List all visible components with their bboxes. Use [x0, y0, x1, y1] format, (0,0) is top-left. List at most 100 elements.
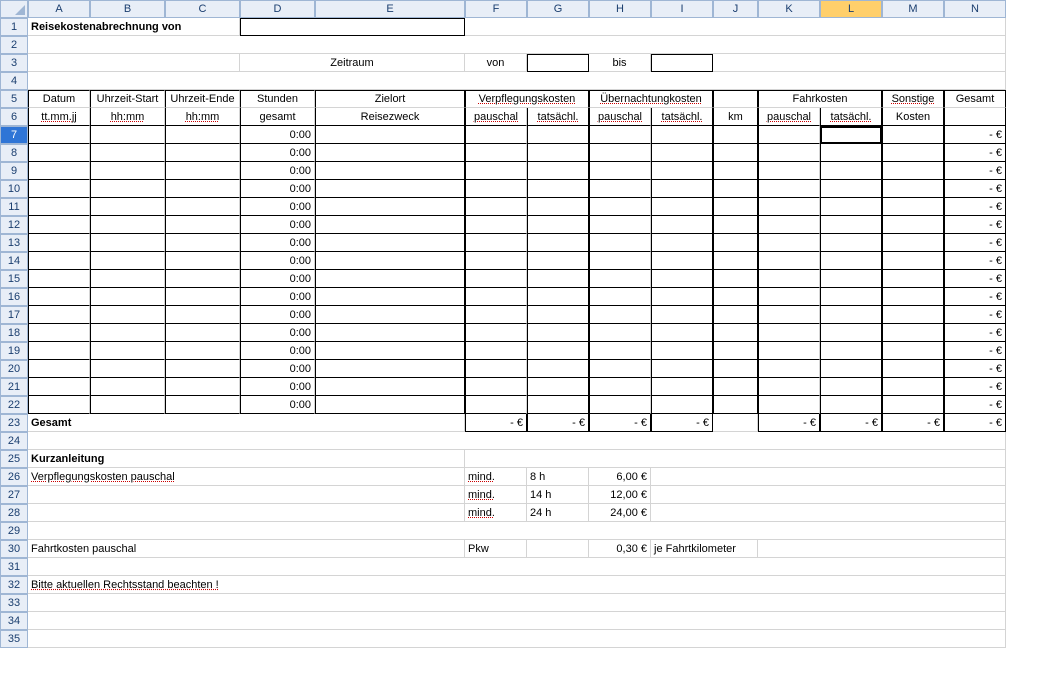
stunden-7[interactable]: 0:00 [240, 126, 315, 144]
von-input[interactable] [527, 54, 589, 72]
row-total-11[interactable]: - € [944, 198, 1006, 216]
stunden-19[interactable]: 0:00 [240, 342, 315, 360]
row-header-35[interactable]: 35 [0, 630, 28, 648]
hdr-datum: Datum [28, 90, 90, 108]
total-F[interactable]: - € [465, 414, 527, 432]
row-total-10[interactable]: - € [944, 180, 1006, 198]
row-total-12[interactable]: - € [944, 216, 1006, 234]
row-total-19[interactable]: - € [944, 342, 1006, 360]
col-header-B[interactable]: B [90, 0, 165, 18]
row-header-31[interactable]: 31 [0, 558, 28, 576]
stunden-15[interactable]: 0:00 [240, 270, 315, 288]
row-header-28[interactable]: 28 [0, 504, 28, 522]
total-L[interactable]: - € [820, 414, 882, 432]
row-header-8[interactable]: 8 [0, 144, 28, 162]
row-header-17[interactable]: 17 [0, 306, 28, 324]
row-total-8[interactable]: - € [944, 144, 1006, 162]
col-header-E[interactable]: E [315, 0, 465, 18]
stunden-13[interactable]: 0:00 [240, 234, 315, 252]
bis-input[interactable] [651, 54, 713, 72]
col-header-C[interactable]: C [165, 0, 240, 18]
row-header-30[interactable]: 30 [0, 540, 28, 558]
stunden-9[interactable]: 0:00 [240, 162, 315, 180]
row-total-9[interactable]: - € [944, 162, 1006, 180]
stunden-8[interactable]: 0:00 [240, 144, 315, 162]
row-header-14[interactable]: 14 [0, 252, 28, 270]
stunden-11[interactable]: 0:00 [240, 198, 315, 216]
stunden-10[interactable]: 0:00 [240, 180, 315, 198]
row-total-22[interactable]: - € [944, 396, 1006, 414]
col-header-L[interactable]: L [820, 0, 882, 18]
stunden-18[interactable]: 0:00 [240, 324, 315, 342]
row-header-7[interactable]: 7 [0, 126, 28, 144]
col-header-D[interactable]: D [240, 0, 315, 18]
row-total-7[interactable]: - € [944, 126, 1006, 144]
spreadsheet-grid[interactable]: ABCDEFGHIJKLMN1Reisekostenabrechnung von… [0, 0, 1043, 648]
row-header-22[interactable]: 22 [0, 396, 28, 414]
active-cell[interactable] [820, 126, 882, 144]
row-header-20[interactable]: 20 [0, 360, 28, 378]
row-header-26[interactable]: 26 [0, 468, 28, 486]
total-I[interactable]: - € [651, 414, 713, 432]
total-K[interactable]: - € [758, 414, 820, 432]
row-total-15[interactable]: - € [944, 270, 1006, 288]
stunden-22[interactable]: 0:00 [240, 396, 315, 414]
col-header-K[interactable]: K [758, 0, 820, 18]
row-header-3[interactable]: 3 [0, 54, 28, 72]
row-total-18[interactable]: - € [944, 324, 1006, 342]
row-header-6[interactable]: 6 [0, 108, 28, 126]
row-header-11[interactable]: 11 [0, 198, 28, 216]
row-header-32[interactable]: 32 [0, 576, 28, 594]
stunden-14[interactable]: 0:00 [240, 252, 315, 270]
row-total-16[interactable]: - € [944, 288, 1006, 306]
row-header-5[interactable]: 5 [0, 90, 28, 108]
row-total-13[interactable]: - € [944, 234, 1006, 252]
col-header-F[interactable]: F [465, 0, 527, 18]
row-header-25[interactable]: 25 [0, 450, 28, 468]
stunden-12[interactable]: 0:00 [240, 216, 315, 234]
cell[interactable] [465, 18, 1006, 36]
stunden-20[interactable]: 0:00 [240, 360, 315, 378]
row-header-15[interactable]: 15 [0, 270, 28, 288]
row-header-33[interactable]: 33 [0, 594, 28, 612]
row-total-20[interactable]: - € [944, 360, 1006, 378]
row-header-13[interactable]: 13 [0, 234, 28, 252]
row-total-17[interactable]: - € [944, 306, 1006, 324]
col-header-M[interactable]: M [882, 0, 944, 18]
row-header-16[interactable]: 16 [0, 288, 28, 306]
row-header-21[interactable]: 21 [0, 378, 28, 396]
row-header-29[interactable]: 29 [0, 522, 28, 540]
stunden-16[interactable]: 0:00 [240, 288, 315, 306]
select-all-corner[interactable] [0, 0, 28, 18]
hdr-uhrzeit-start: Uhrzeit-Start [90, 90, 165, 108]
name-input[interactable] [240, 18, 465, 36]
row-header-9[interactable]: 9 [0, 162, 28, 180]
cell[interactable] [28, 36, 1006, 54]
row-header-23[interactable]: 23 [0, 414, 28, 432]
col-header-J[interactable]: J [713, 0, 758, 18]
total-N[interactable]: - € [944, 414, 1006, 432]
row-header-12[interactable]: 12 [0, 216, 28, 234]
stunden-21[interactable]: 0:00 [240, 378, 315, 396]
col-header-G[interactable]: G [527, 0, 589, 18]
row-header-1[interactable]: 1 [0, 18, 28, 36]
total-G[interactable]: - € [527, 414, 589, 432]
col-header-N[interactable]: N [944, 0, 1006, 18]
col-header-I[interactable]: I [651, 0, 713, 18]
total-M[interactable]: - € [882, 414, 944, 432]
row-header-18[interactable]: 18 [0, 324, 28, 342]
col-header-A[interactable]: A [28, 0, 90, 18]
row-header-19[interactable]: 19 [0, 342, 28, 360]
row-header-10[interactable]: 10 [0, 180, 28, 198]
row-header-27[interactable]: 27 [0, 486, 28, 504]
stunden-17[interactable]: 0:00 [240, 306, 315, 324]
row-total-21[interactable]: - € [944, 378, 1006, 396]
total-H[interactable]: - € [589, 414, 651, 432]
totals-label: Gesamt [28, 414, 465, 432]
row-header-34[interactable]: 34 [0, 612, 28, 630]
row-header-4[interactable]: 4 [0, 72, 28, 90]
row-header-24[interactable]: 24 [0, 432, 28, 450]
row-total-14[interactable]: - € [944, 252, 1006, 270]
col-header-H[interactable]: H [589, 0, 651, 18]
row-header-2[interactable]: 2 [0, 36, 28, 54]
